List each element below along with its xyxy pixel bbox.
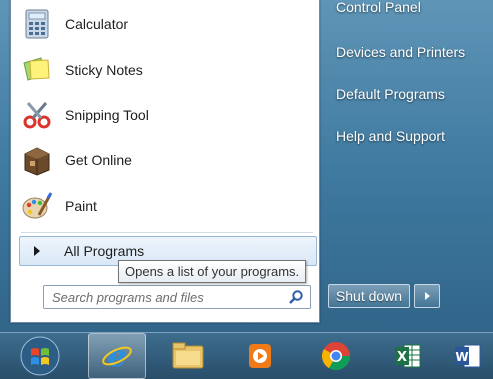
program-label: Get Online: [65, 152, 132, 168]
program-get-online[interactable]: Get Online: [21, 138, 132, 182]
program-calculator[interactable]: Calculator: [21, 2, 128, 46]
taskbar-excel[interactable]: X: [380, 333, 436, 379]
sticky-notes-icon: [21, 54, 53, 86]
program-sticky-notes[interactable]: Sticky Notes: [21, 48, 143, 92]
default-programs-link[interactable]: Default Programs: [336, 86, 445, 102]
devices-and-printers-link[interactable]: Devices and Printers: [336, 44, 465, 60]
program-paint[interactable]: Paint: [21, 184, 97, 228]
taskbar-chrome[interactable]: [308, 333, 364, 379]
chrome-icon: [322, 342, 350, 370]
svg-text:e: e: [107, 339, 126, 373]
chevron-right-icon: [424, 292, 430, 300]
control-panel-link[interactable]: Control Panel: [336, 0, 421, 15]
taskbar-media-player[interactable]: [232, 333, 288, 379]
search-icon[interactable]: [288, 289, 304, 305]
taskbar: e X W: [0, 332, 493, 379]
palette-icon: [21, 190, 53, 222]
shutdown-button[interactable]: Shut down: [328, 284, 410, 308]
taskbar-file-explorer[interactable]: [160, 333, 216, 379]
tooltip: Opens a list of your programs.: [118, 260, 307, 283]
calculator-icon: [21, 8, 53, 40]
svg-text:X: X: [397, 350, 407, 365]
taskbar-internet-explorer[interactable]: e: [88, 333, 146, 379]
windows-logo-icon: [20, 336, 60, 376]
taskbar-word[interactable]: W: [452, 333, 493, 379]
folder-icon: [172, 342, 204, 369]
svg-text:W: W: [455, 350, 468, 364]
start-button[interactable]: [12, 333, 68, 379]
search-input[interactable]: [52, 288, 280, 306]
program-snipping-tool[interactable]: Snipping Tool: [21, 93, 149, 137]
media-player-icon: [249, 344, 271, 368]
divider: [21, 232, 313, 233]
program-label: Snipping Tool: [65, 107, 149, 123]
all-programs-label: All Programs: [64, 243, 145, 259]
triangle-right-icon: [34, 246, 40, 256]
help-and-support-link[interactable]: Help and Support: [336, 128, 445, 144]
package-icon: [21, 144, 53, 176]
program-label: Sticky Notes: [65, 62, 143, 78]
scissors-icon: [21, 99, 53, 131]
excel-icon: X: [395, 344, 421, 368]
shutdown-options-button[interactable]: [414, 284, 440, 308]
program-label: Paint: [65, 198, 97, 214]
ie-icon: e: [102, 339, 132, 373]
word-icon: W: [455, 344, 481, 368]
program-label: Calculator: [65, 16, 129, 32]
search-box[interactable]: [43, 285, 311, 309]
